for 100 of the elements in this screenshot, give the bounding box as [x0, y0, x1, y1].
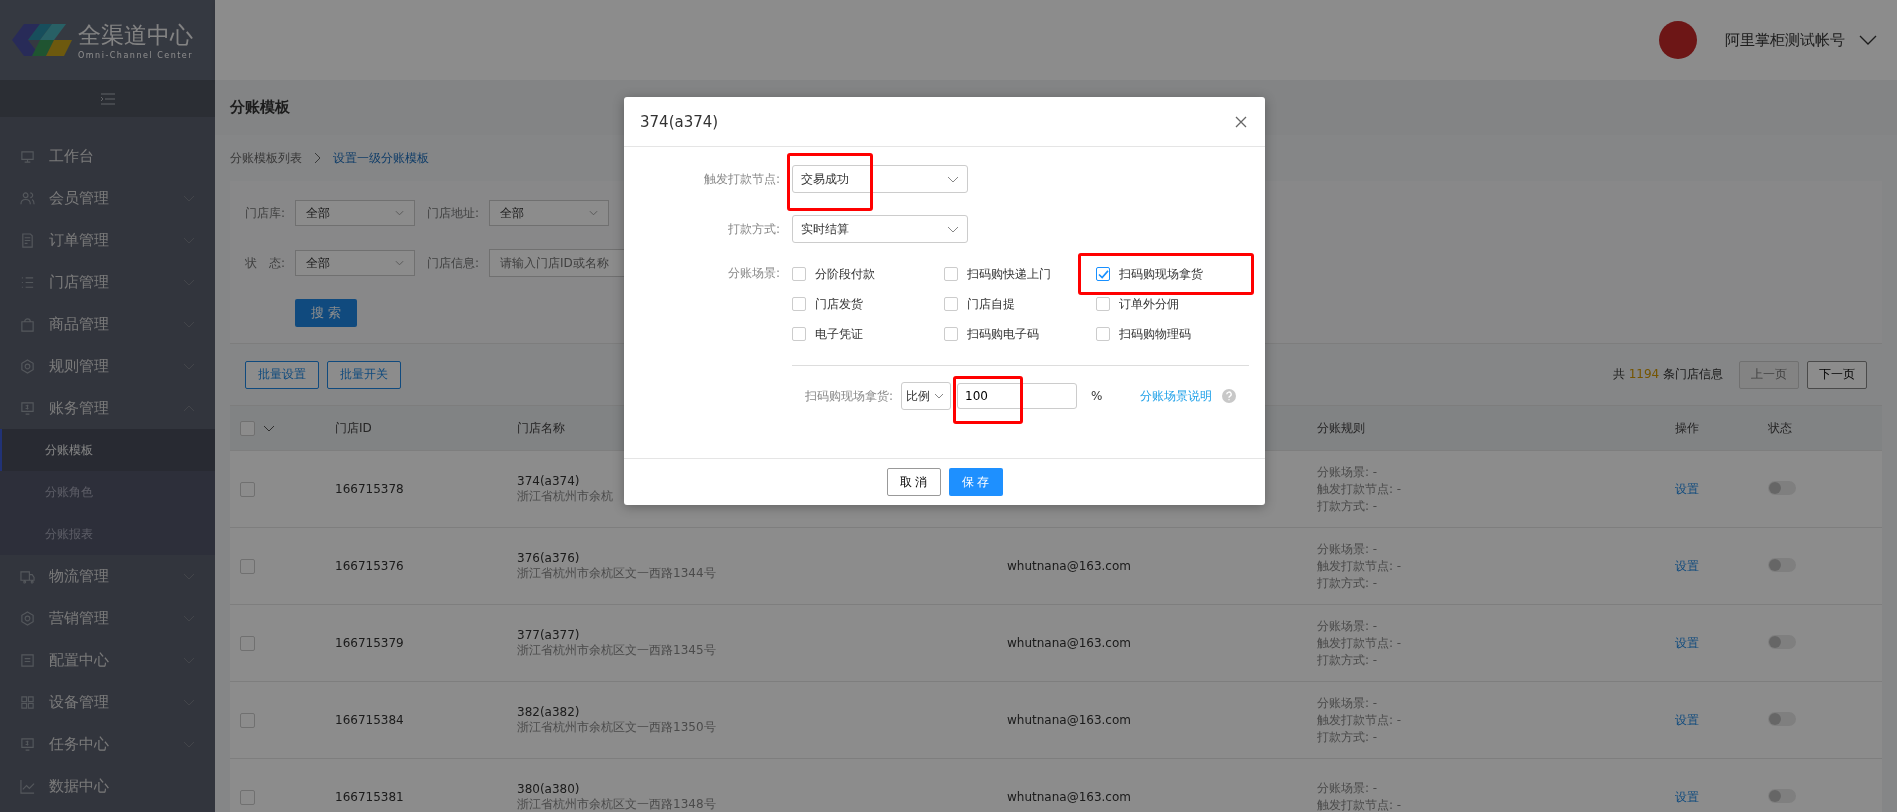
status-toggle[interactable] — [1768, 634, 1796, 649]
checkbox-label[interactable]: 分阶段付款 — [815, 265, 875, 283]
chart-icon — [20, 778, 35, 794]
sidebar-item[interactable]: 会员管理 — [0, 177, 215, 219]
store-id: 166715384 — [335, 713, 404, 727]
ratio-input[interactable]: 100 — [957, 383, 1078, 409]
gear-icon — [20, 610, 35, 626]
checkbox-label[interactable]: 扫码购快递上门 — [967, 265, 1051, 283]
people-icon — [20, 190, 35, 206]
rule-line: 分账场景: - — [1317, 463, 1378, 481]
dropdown-select[interactable]: 实时结算 — [792, 215, 968, 243]
checkbox-label[interactable]: 扫码购电子码 — [967, 325, 1039, 343]
gear-icon — [20, 358, 35, 374]
select-all-checkbox[interactable] — [240, 420, 255, 436]
sidebar-item[interactable]: 配置中心 — [0, 639, 215, 681]
checkbox[interactable] — [792, 297, 806, 311]
status-toggle[interactable] — [1768, 480, 1796, 495]
settings-link[interactable]: 设置 — [1675, 635, 1699, 650]
row-checkbox[interactable] — [240, 789, 255, 805]
checkbox[interactable] — [944, 267, 958, 281]
sidebar-item[interactable]: 门店管理 — [0, 261, 215, 303]
rule-line: 触发打款节点: - — [1317, 634, 1402, 652]
row-checkbox[interactable] — [240, 558, 255, 574]
checkbox[interactable] — [944, 327, 958, 341]
settings-link[interactable]: 设置 — [1675, 481, 1699, 496]
row-checkbox[interactable] — [240, 712, 255, 728]
settings-link[interactable]: 设置 — [1675, 789, 1699, 804]
checkbox-label[interactable]: 门店发货 — [815, 295, 863, 313]
checkbox[interactable] — [1096, 327, 1110, 341]
checkbox-label[interactable]: 电子凭证 — [815, 325, 863, 343]
sidebar-item[interactable]: 营销管理 — [0, 597, 215, 639]
sidebar-item[interactable]: 设备管理 — [0, 681, 215, 723]
rule-line: 触发打款节点: - — [1317, 557, 1402, 575]
checkbox[interactable] — [1096, 297, 1110, 311]
status-toggle[interactable] — [1768, 711, 1796, 726]
search-button[interactable]: 搜 索 — [295, 299, 357, 327]
settings-link[interactable]: 设置 — [1675, 712, 1699, 727]
save-button[interactable]: 保 存 — [948, 468, 1003, 496]
chevron-down-icon — [947, 175, 959, 183]
menu-icon[interactable] — [100, 92, 115, 105]
grid-icon — [20, 694, 35, 710]
checkbox[interactable] — [1096, 267, 1110, 281]
store-name: 374(a374) — [517, 473, 580, 488]
row-checkbox[interactable] — [240, 481, 255, 497]
checkbox-label[interactable]: 订单外分佣 — [1119, 295, 1179, 313]
help-link[interactable]: 分账场景说明 — [1140, 387, 1213, 405]
filter-select[interactable]: 全部 — [489, 200, 609, 226]
chevron-down-icon — [589, 210, 598, 216]
checkbox-label[interactable]: 门店自提 — [967, 295, 1015, 313]
form-label: 打款方式: — [726, 220, 780, 238]
sidebar-subitem[interactable]: 分账模板 — [0, 429, 215, 471]
filter-label: 门店库: — [245, 204, 285, 222]
filter-select[interactable]: 全部 — [295, 200, 415, 226]
chevron-down-icon[interactable] — [263, 424, 275, 432]
filter-select[interactable]: 全部 — [295, 250, 415, 276]
list-icon — [20, 652, 35, 668]
checkbox[interactable] — [944, 297, 958, 311]
sidebar-item[interactable]: 数据中心 — [0, 765, 215, 807]
checkbox[interactable] — [792, 267, 806, 281]
truck-icon — [20, 568, 35, 584]
status-toggle[interactable] — [1768, 788, 1796, 803]
chevron-down-icon[interactable] — [1859, 35, 1877, 45]
mode-select[interactable]: 比例 — [901, 382, 952, 410]
sidebar-item[interactable]: 任务中心 — [0, 723, 215, 765]
sidebar-item[interactable]: 订单管理 — [0, 219, 215, 261]
close-icon[interactable] — [1235, 115, 1247, 128]
sidebar-item[interactable]: 商品管理 — [0, 303, 215, 345]
sidebar-item[interactable]: 物流管理 — [0, 555, 215, 597]
chevron-down-icon — [395, 260, 404, 266]
row-checkbox[interactable] — [240, 635, 255, 651]
next-page-button[interactable]: 下一页 — [1807, 360, 1867, 389]
cancel-button[interactable]: 取 消 — [886, 468, 941, 496]
checkbox-label[interactable]: 扫码购现场拿货 — [1119, 265, 1203, 283]
breadcrumb-link[interactable]: 分账模板列表 — [230, 149, 302, 167]
status-toggle[interactable] — [1768, 557, 1796, 572]
sidebar-item[interactable]: 规则管理 — [0, 345, 215, 387]
bulk-action-button[interactable]: 批量开关 — [327, 360, 401, 389]
column-header: 状态 — [1768, 420, 1792, 435]
checkbox-label[interactable]: 扫码购物理码 — [1119, 325, 1191, 343]
dialog-title: 374(a374) — [640, 112, 719, 131]
store-id: 166715376 — [335, 559, 404, 573]
chevron-down-icon — [947, 225, 959, 233]
sidebar-item[interactable]: 账务管理 — [0, 387, 215, 429]
help-icon[interactable] — [1222, 389, 1237, 403]
form-label: 扫码购现场拿货: — [805, 387, 894, 405]
unit-label: % — [1091, 389, 1103, 403]
settings-link[interactable]: 设置 — [1675, 558, 1699, 573]
chevron-down-icon — [395, 210, 404, 216]
store-id: 166715381 — [335, 790, 404, 804]
dropdown-select[interactable]: 交易成功 — [792, 165, 968, 193]
rule-line: 打款方式: - — [1317, 728, 1378, 746]
user-name[interactable]: 阿里掌柜测试帐号 — [1725, 30, 1845, 50]
store-email: whutnana@163.com — [1007, 713, 1131, 727]
avatar[interactable] — [1659, 21, 1697, 59]
sidebar-item[interactable]: 工作台 — [0, 135, 215, 177]
rule-line: 打款方式: - — [1317, 574, 1378, 592]
store-name: 376(a376) — [517, 550, 580, 565]
bulk-action-button[interactable]: 批量设置 — [245, 360, 319, 389]
checkbox[interactable] — [792, 327, 806, 341]
rule-line: 打款方式: - — [1317, 497, 1378, 515]
